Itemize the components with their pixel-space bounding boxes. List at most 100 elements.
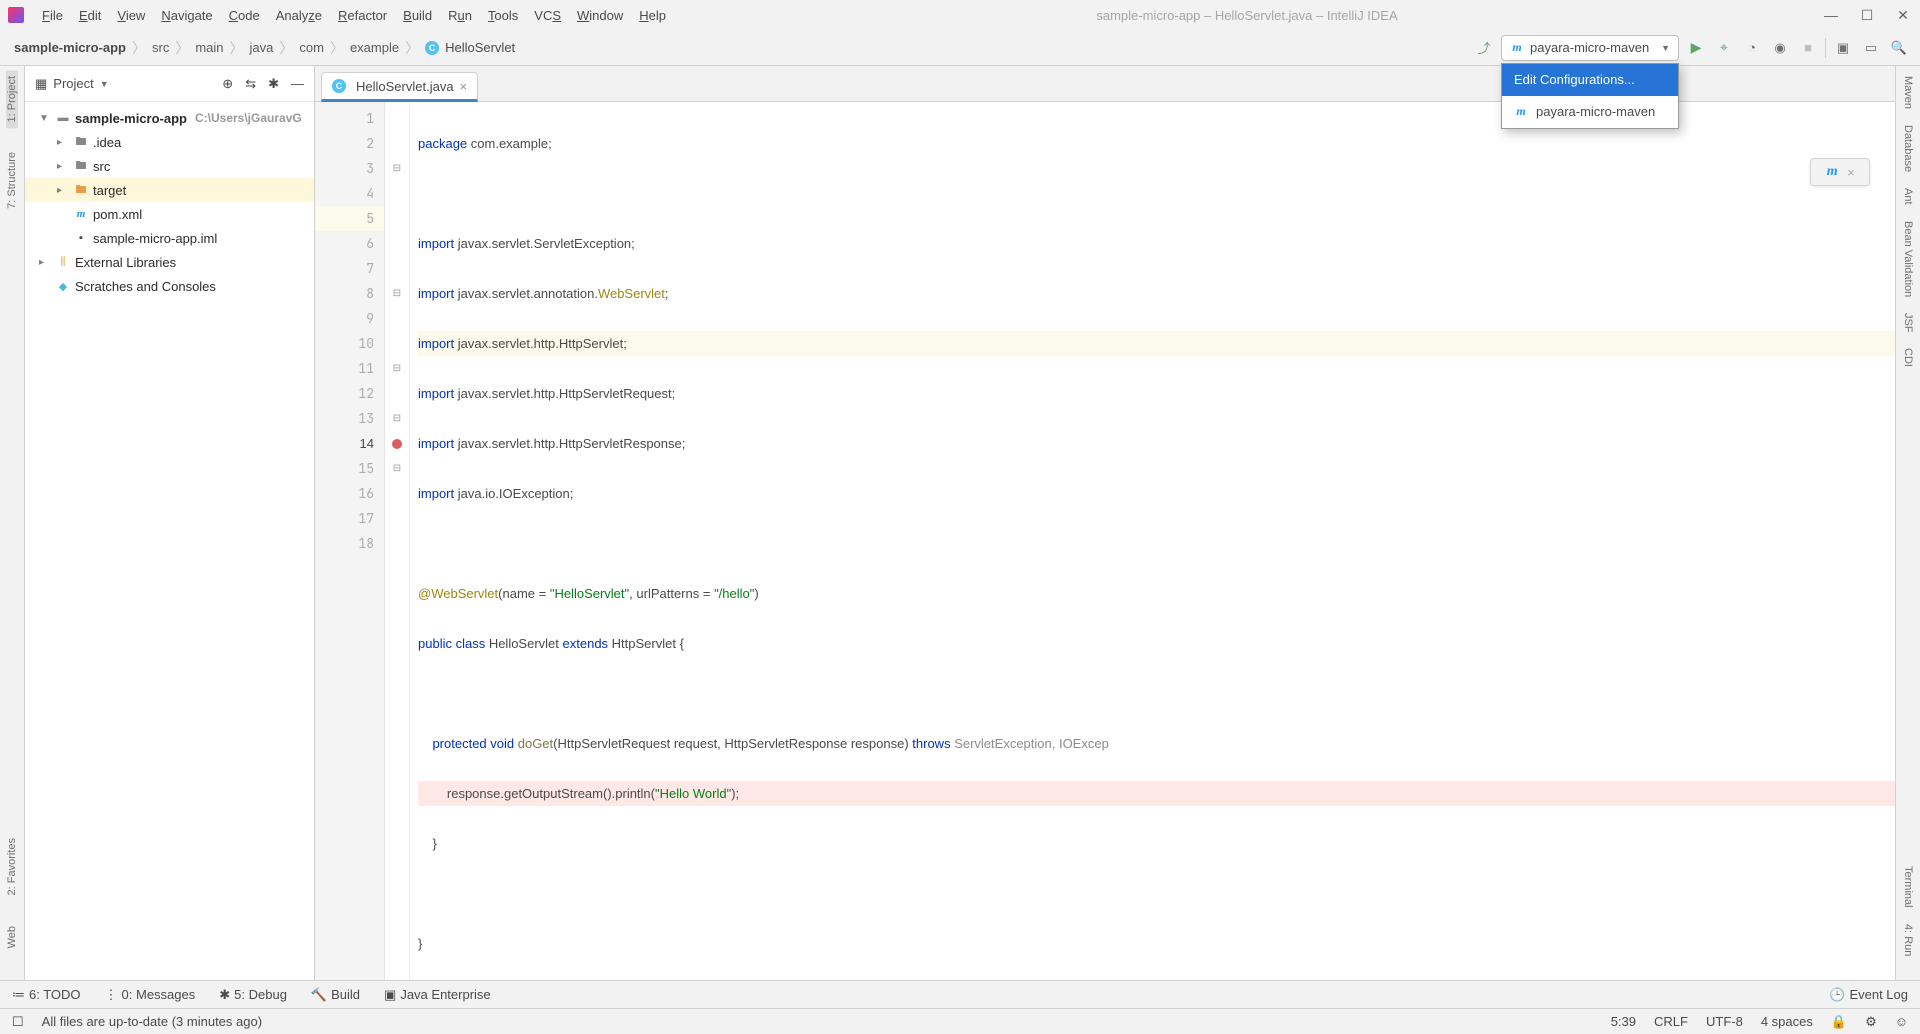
- tool-ant[interactable]: Ant: [1902, 188, 1914, 205]
- titlebar: File Edit View Navigate Code Analyze Ref…: [0, 0, 1920, 30]
- tree-item-iml[interactable]: ▪ sample-micro-app.iml: [25, 226, 314, 250]
- tool-web[interactable]: Web: [6, 920, 18, 954]
- tree-item-scratches[interactable]: ◆ Scratches and Consoles: [25, 274, 314, 298]
- tool-build[interactable]: 🔨 Build: [311, 987, 360, 1003]
- menu-tools[interactable]: Tools: [482, 6, 524, 25]
- tool-cdi[interactable]: CDI: [1902, 348, 1914, 367]
- status-widgets-icon[interactable]: ⚙: [1865, 1014, 1877, 1030]
- tool-jee[interactable]: ▣ Java Enterprise: [384, 987, 491, 1003]
- line-number-gutter: 1 2 3 4 5 6 7 8 9 10 11 12 13 14 15 16 1…: [315, 102, 385, 980]
- tree-item-external-libraries[interactable]: ▸⫼ External Libraries: [25, 250, 314, 274]
- profiler-button[interactable]: ◉: [1769, 37, 1791, 59]
- breadcrumb[interactable]: com: [295, 38, 328, 57]
- debug-button[interactable]: ⌖: [1713, 37, 1735, 59]
- project-pane: ▦ Project ▼ ⊕ ⇆ ✱ — ▼▬ sample-micro-app …: [25, 66, 315, 980]
- run-config-selector[interactable]: m payara-micro-maven ▼: [1501, 35, 1679, 61]
- tool-event-log[interactable]: 🕒 Event Log: [1829, 987, 1908, 1003]
- tree-item-idea[interactable]: ▸🖿 .idea: [25, 130, 314, 154]
- tool-bean-validation[interactable]: Bean Validation: [1902, 221, 1914, 297]
- stop-button[interactable]: ■: [1797, 37, 1819, 59]
- menu-view[interactable]: View: [111, 6, 151, 25]
- project-pane-title[interactable]: Project: [53, 76, 93, 91]
- project-tree[interactable]: ▼▬ sample-micro-app C:\Users\jGauravG ▸🖿…: [25, 102, 314, 980]
- project-structure-button[interactable]: ▣: [1832, 37, 1854, 59]
- tool-maven[interactable]: Maven: [1902, 76, 1914, 109]
- expand-icon[interactable]: ⇆: [245, 76, 256, 92]
- tool-todo[interactable]: ≔ 6: TODO: [12, 987, 81, 1003]
- breadcrumb-class[interactable]: CHelloServlet: [421, 38, 519, 57]
- bottom-tool-stripe: ≔ 6: TODO ⋮ 0: Messages ✱ 5: Debug 🔨 Bui…: [0, 980, 1920, 1008]
- tree-item-target[interactable]: ▸🖿 target: [25, 178, 314, 202]
- breadcrumb[interactable]: src: [148, 38, 173, 57]
- run-button[interactable]: ▶: [1685, 37, 1707, 59]
- maven-icon: m: [1510, 41, 1524, 55]
- status-message: All files are up-to-date (3 minutes ago): [42, 1014, 262, 1029]
- menu-run[interactable]: Run: [442, 6, 478, 25]
- tool-jsf[interactable]: JSF: [1902, 313, 1914, 333]
- project-pane-header: ▦ Project ▼ ⊕ ⇆ ✱ —: [25, 66, 314, 102]
- code-content[interactable]: package com.example; import javax.servle…: [410, 102, 1895, 980]
- run-config-item[interactable]: m payara-micro-maven: [1502, 96, 1678, 128]
- tree-item-src[interactable]: ▸🖿 src: [25, 154, 314, 178]
- menu-code[interactable]: Code: [223, 6, 266, 25]
- breadcrumb[interactable]: main: [191, 38, 227, 57]
- breadcrumb[interactable]: example: [346, 38, 403, 57]
- tool-debug[interactable]: ✱ 5: Debug: [219, 987, 287, 1003]
- class-icon: C: [425, 41, 439, 55]
- coverage-button[interactable]: ◔: [1741, 37, 1763, 59]
- tool-run[interactable]: 4: Run: [1902, 924, 1914, 956]
- locate-icon[interactable]: ⊕: [222, 76, 233, 92]
- menu-refactor[interactable]: Refactor: [332, 6, 393, 25]
- status-encoding[interactable]: UTF-8: [1706, 1014, 1743, 1029]
- build-icon[interactable]: ⤴: [1473, 37, 1495, 59]
- hide-icon[interactable]: —: [291, 76, 304, 92]
- settings-icon[interactable]: ✱: [268, 76, 279, 92]
- breadcrumb-root[interactable]: sample-micro-app: [10, 38, 130, 57]
- editor-tab[interactable]: C HelloServlet.java ×: [321, 72, 478, 102]
- close-tab-icon[interactable]: ×: [460, 79, 468, 94]
- status-line-sep[interactable]: CRLF: [1654, 1014, 1688, 1029]
- tool-messages[interactable]: ⋮ 0: Messages: [105, 987, 196, 1003]
- tool-structure[interactable]: 7: Structure: [6, 146, 18, 215]
- menu-analyze[interactable]: Analyze: [270, 6, 328, 25]
- menu-edit[interactable]: Edit: [73, 6, 107, 25]
- status-inspections-icon[interactable]: ☺: [1895, 1014, 1908, 1029]
- readonly-lock-icon[interactable]: 🔒: [1831, 1014, 1847, 1030]
- tool-database[interactable]: Database: [1902, 125, 1914, 172]
- menu-build[interactable]: Build: [397, 6, 438, 25]
- status-indent[interactable]: 4 spaces: [1761, 1014, 1813, 1029]
- menu-vcs[interactable]: VCS: [528, 6, 567, 25]
- tool-favorites[interactable]: 2: Favorites: [6, 832, 18, 901]
- edit-configurations-item[interactable]: Edit Configurations...: [1502, 64, 1678, 96]
- analysis-widget[interactable]: m ×: [1810, 158, 1870, 186]
- close-icon[interactable]: ×: [1847, 165, 1855, 180]
- maximize-button[interactable]: ☐: [1858, 7, 1876, 24]
- right-tool-stripe: Maven Database Ant Bean Validation JSF C…: [1895, 66, 1920, 980]
- tool-project[interactable]: 1: Project: [6, 70, 18, 128]
- settings-button[interactable]: ▭: [1860, 37, 1882, 59]
- menu-window[interactable]: Window: [571, 6, 629, 25]
- menu-file[interactable]: File: [36, 6, 69, 25]
- close-button[interactable]: ✕: [1894, 7, 1912, 24]
- class-icon: C: [332, 79, 346, 93]
- navigation-bar: sample-micro-app〉 src〉 main〉 java〉 com〉 …: [0, 30, 1920, 66]
- tab-label: HelloServlet.java: [356, 79, 454, 94]
- maven-icon: m: [1825, 165, 1839, 179]
- breakpoint-icon[interactable]: [392, 439, 402, 449]
- breadcrumb[interactable]: java: [246, 38, 278, 57]
- menu-navigate[interactable]: Navigate: [155, 6, 218, 25]
- chevron-down-icon: ▼: [100, 79, 109, 89]
- minimize-button[interactable]: —: [1822, 7, 1840, 24]
- tool-terminal[interactable]: Terminal: [1902, 866, 1914, 908]
- code-editor[interactable]: 1 2 3 4 5 6 7 8 9 10 11 12 13 14 15 16 1…: [315, 102, 1895, 980]
- maven-icon: m: [1514, 105, 1528, 119]
- search-everywhere-button[interactable]: 🔍: [1888, 37, 1910, 59]
- tree-root[interactable]: ▼▬ sample-micro-app C:\Users\jGauravG: [25, 106, 314, 130]
- status-icon[interactable]: ☐: [12, 1014, 24, 1030]
- tree-item-pom[interactable]: m pom.xml: [25, 202, 314, 226]
- left-tool-stripe: 1: Project 7: Structure 2: Favorites Web: [0, 66, 25, 980]
- status-bar: ☐ All files are up-to-date (3 minutes ag…: [0, 1008, 1920, 1034]
- status-cursor-pos[interactable]: 5:39: [1611, 1014, 1636, 1029]
- run-config-label: payara-micro-maven: [1530, 40, 1649, 55]
- menu-help[interactable]: Help: [633, 6, 672, 25]
